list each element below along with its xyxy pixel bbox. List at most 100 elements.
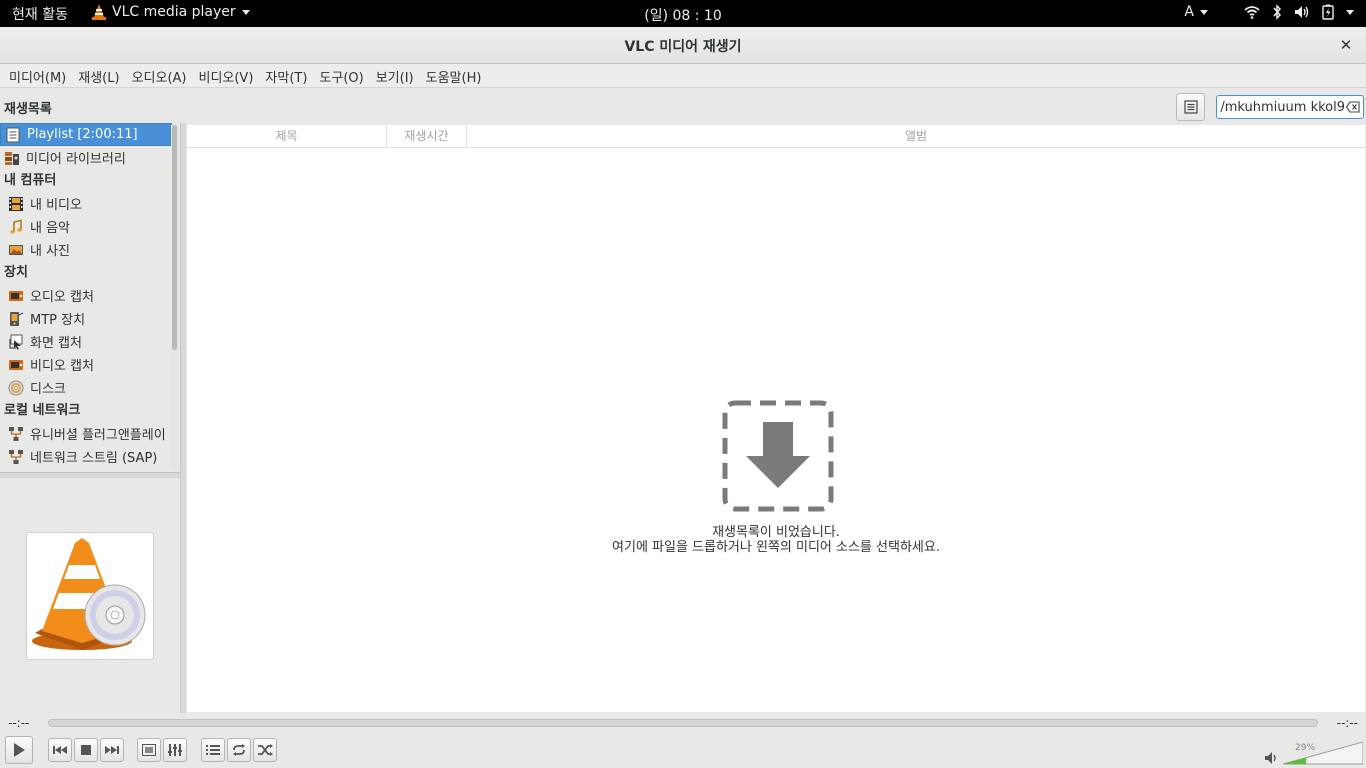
bluetooth-icon bbox=[1273, 4, 1282, 20]
sidebar-item-my-pictures[interactable]: 내 사진 bbox=[0, 238, 172, 261]
previous-icon bbox=[53, 746, 67, 754]
vlc-cone-with-disc-icon bbox=[32, 538, 146, 650]
app-menu-label: VLC media player bbox=[112, 4, 236, 20]
network-icon bbox=[8, 449, 24, 465]
next-button[interactable] bbox=[100, 738, 124, 762]
close-icon[interactable]: ✕ bbox=[1336, 35, 1356, 55]
sidebar-scrollbar[interactable] bbox=[171, 125, 178, 470]
scrollbar-thumb[interactable] bbox=[172, 125, 177, 350]
sidebar-item-label: 유니버셜 플러그앤플레이 bbox=[30, 428, 166, 443]
menu-media[interactable]: 미디어(M) bbox=[4, 64, 71, 87]
clear-search-icon[interactable] bbox=[1346, 100, 1360, 114]
elapsed-time[interactable]: --:-- bbox=[8, 716, 29, 730]
screen-capture-icon bbox=[8, 334, 24, 350]
app-menu[interactable]: VLC media player bbox=[92, 4, 250, 20]
sidebar-item-playlist[interactable]: Playlist [2:00:11] bbox=[0, 123, 172, 146]
playlist-view-toggle-button[interactable] bbox=[1176, 93, 1205, 121]
input-method-label: A bbox=[1184, 4, 1194, 20]
capture-card-icon bbox=[8, 288, 24, 304]
battery-icon bbox=[1322, 4, 1334, 20]
column-header-title[interactable]: 제목 bbox=[187, 125, 387, 148]
sidebar-item-my-videos[interactable]: 내 비디오 bbox=[0, 192, 172, 215]
chevron-down-icon bbox=[1346, 9, 1354, 15]
menu-audio[interactable]: 오디오(A) bbox=[127, 64, 192, 87]
play-icon bbox=[14, 743, 25, 757]
volume-slider[interactable] bbox=[1283, 740, 1363, 766]
sidebar-category-local-network: 로컬 네트워크 bbox=[4, 403, 81, 418]
menu-tools[interactable]: 도구(O) bbox=[314, 64, 368, 87]
sidebar-item-label: 내 음악 bbox=[30, 221, 71, 236]
shuffle-icon bbox=[258, 744, 273, 756]
media-library-icon bbox=[4, 150, 20, 166]
sidebar-item-label: 네트워크 스트림 (SAP) bbox=[30, 451, 158, 466]
film-icon bbox=[8, 196, 24, 212]
sidebar-item-label: 내 비디오 bbox=[30, 198, 82, 213]
disc-icon bbox=[8, 380, 24, 396]
gnome-top-bar: 현재 활동 VLC media player (일) 08 : 10 A bbox=[0, 0, 1366, 27]
sidebar-item-audio-capture[interactable]: 오디오 캡처 bbox=[0, 284, 172, 307]
menu-help[interactable]: 도움말(H) bbox=[421, 64, 487, 87]
sidebar-item-label: 미디어 라이브러리 bbox=[26, 152, 126, 167]
fullscreen-button[interactable] bbox=[137, 738, 161, 762]
seek-slider[interactable] bbox=[48, 719, 1318, 727]
playlist-column-header: 제목 재생시간 앨범 bbox=[187, 125, 1365, 148]
sidebar-item-label: 화면 캡처 bbox=[30, 336, 82, 351]
sidebar-item-label: 비디오 캡처 bbox=[30, 359, 94, 374]
empty-playlist-hint: 여기에 파일을 드롭하거나 왼쪽의 미디어 소스를 선택하세요. bbox=[612, 540, 940, 555]
playlist-icon bbox=[206, 745, 220, 755]
sidebar-item-screen-capture[interactable]: 화면 캡처 bbox=[0, 330, 172, 353]
window-titlebar[interactable]: VLC 미디어 재생기 ✕ bbox=[0, 27, 1366, 64]
sidebar-splitter-handle[interactable] bbox=[0, 472, 180, 478]
playlist-search-field[interactable] bbox=[1216, 95, 1364, 119]
album-art bbox=[26, 532, 154, 660]
extended-settings-button[interactable] bbox=[163, 738, 187, 762]
loop-icon bbox=[233, 744, 245, 756]
column-header-album[interactable]: 앨범 bbox=[467, 125, 1365, 148]
drop-target-icon bbox=[722, 400, 834, 512]
window-title: VLC 미디어 재생기 bbox=[624, 39, 742, 55]
network-icon bbox=[8, 426, 24, 442]
stop-button[interactable] bbox=[74, 738, 98, 762]
sidebar-heading: 재생목록 bbox=[4, 102, 52, 117]
remaining-time[interactable]: --:-- bbox=[1337, 716, 1358, 730]
speaker-icon[interactable] bbox=[1263, 750, 1279, 766]
menu-playback[interactable]: 재생(L) bbox=[73, 64, 124, 87]
volume-icon bbox=[1295, 6, 1309, 18]
wifi-icon bbox=[1244, 6, 1260, 19]
sidebar-item-mtp-device[interactable]: MTP 장치 bbox=[0, 307, 172, 330]
menu-subtitle[interactable]: 자막(T) bbox=[260, 64, 312, 87]
system-status-area[interactable]: A bbox=[1184, 4, 1354, 20]
previous-button[interactable] bbox=[48, 738, 72, 762]
menu-video[interactable]: 비디오(V) bbox=[193, 64, 258, 87]
search-input[interactable] bbox=[1217, 96, 1345, 118]
sidebar-item-video-capture[interactable]: 비디오 캡처 bbox=[0, 353, 172, 376]
sidebar-item-label: 내 사진 bbox=[30, 244, 71, 259]
input-method-indicator[interactable]: A bbox=[1184, 4, 1208, 20]
loop-button[interactable] bbox=[227, 738, 251, 762]
toggle-playlist-button[interactable] bbox=[201, 738, 225, 762]
capture-card-icon bbox=[8, 357, 24, 373]
sidebar-item-media-library[interactable]: 미디어 라이브러리 bbox=[0, 146, 172, 169]
mtp-device-icon bbox=[8, 311, 24, 327]
vlc-cone-icon bbox=[92, 4, 106, 20]
menu-view[interactable]: 보기(I) bbox=[371, 64, 419, 87]
sidebar-item-label: Playlist [2:00:11] bbox=[27, 127, 138, 142]
sidebar-category-devices: 장치 bbox=[4, 265, 28, 280]
sidebar-item-upnp[interactable]: 유니버셜 플러그앤플레이 bbox=[0, 422, 172, 445]
fullscreen-icon bbox=[142, 744, 156, 756]
sidebar-item-label: 디스크 bbox=[30, 382, 66, 397]
shuffle-button[interactable] bbox=[253, 738, 277, 762]
activities-button[interactable]: 현재 활동 bbox=[12, 4, 68, 24]
column-header-duration[interactable]: 재생시간 bbox=[387, 125, 467, 148]
sidebar-category-my-computer: 내 컴퓨터 bbox=[4, 173, 57, 188]
vertical-splitter-handle[interactable] bbox=[180, 123, 186, 713]
sidebar-item-network-streams-sap[interactable]: 네트워크 스트림 (SAP) bbox=[0, 445, 172, 468]
music-note-icon bbox=[8, 219, 24, 235]
sidebar-item-my-music[interactable]: 내 음악 bbox=[0, 215, 172, 238]
clock[interactable]: (일) 08 : 10 bbox=[644, 8, 722, 24]
playlist-view[interactable]: 제목 재생시간 앨범 재생목록이 비었습니다. 여기에 파일을 드롭하거나 왼쪽… bbox=[187, 125, 1365, 712]
play-button[interactable] bbox=[5, 736, 33, 764]
sidebar-item-label: 오디오 캡처 bbox=[30, 290, 94, 305]
sidebar-item-disc[interactable]: 디스크 bbox=[0, 376, 172, 399]
next-icon bbox=[105, 746, 119, 754]
